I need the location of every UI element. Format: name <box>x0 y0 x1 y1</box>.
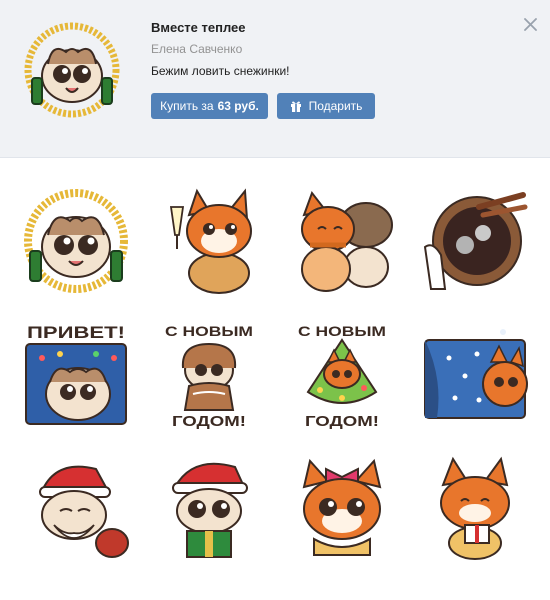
sticker-fox-pup-hug[interactable] <box>276 175 408 307</box>
gift-icon <box>290 101 301 112</box>
sticker-art <box>302 458 382 556</box>
pack-cover-sticker <box>22 20 122 120</box>
sticker-art <box>423 192 528 290</box>
sticker-mulled-wine-bowl[interactable] <box>409 175 541 307</box>
gift-button[interactable]: Подарить <box>277 93 375 119</box>
sticker-caption-top: С НОВЫМ <box>298 323 386 339</box>
sticker-art: С НОВЫМ ГОДОМ! <box>298 323 386 430</box>
sticker-fox-window-snow[interactable] <box>409 308 541 440</box>
gift-button-label: Подарить <box>308 99 363 113</box>
sticker-art <box>440 456 510 560</box>
sticker-fox-champagne-glass[interactable] <box>143 175 275 307</box>
sticker-cat-champagne-tinsel[interactable] <box>10 175 142 307</box>
sticker-cat-santa-bag[interactable] <box>10 441 142 573</box>
close-icon <box>523 17 537 31</box>
sticker-caption-bottom: ГОДОМ! <box>305 413 379 430</box>
sticker-art <box>39 465 129 558</box>
sticker-caption-bottom: ГОДОМ! <box>172 413 246 430</box>
pack-author[interactable]: Елена Савченко <box>151 42 242 56</box>
sticker-caption-top: С НОВЫМ <box>165 323 253 339</box>
sticker-art: С НОВЫМ ГОДОМ! <box>165 323 253 430</box>
sticker-art <box>169 188 252 294</box>
sticker-art <box>424 329 528 419</box>
sticker-fox-christmas-tree[interactable]: С НОВЫМ ГОДОМ! <box>276 308 408 440</box>
sticker-cat-privet[interactable]: ПРИВЕТ! <box>10 308 142 440</box>
sticker-cat-gingerbread[interactable]: С НОВЫМ ГОДОМ! <box>143 308 275 440</box>
sticker-grid: ПРИВЕТ! С НОВЫМ ГОДОМ! С НОВЫМ ГОДОМ! <box>10 175 540 573</box>
sticker-fox-present[interactable] <box>409 441 541 573</box>
close-button[interactable] <box>518 12 542 36</box>
pack-title: Вместе теплее <box>151 20 246 35</box>
sticker-cat-santa-gift[interactable] <box>143 441 275 573</box>
sticker-art: ПРИВЕТ! <box>25 323 127 425</box>
sticker-caption: ПРИВЕТ! <box>27 323 125 342</box>
sticker-fox-bow[interactable] <box>276 441 408 573</box>
sticker-pack-window: Вместе теплее Елена Савченко Бежим ловит… <box>0 0 550 600</box>
sticker-art <box>301 190 393 292</box>
pack-header: Вместе теплее Елена Савченко Бежим ловит… <box>0 0 550 158</box>
buy-button-label: Купить за <box>160 99 214 113</box>
pack-description: Бежим ловить снежинки! <box>151 64 290 78</box>
sticker-art <box>24 189 128 293</box>
buy-button[interactable]: Купить за 63 руб. <box>151 93 268 119</box>
sticker-art <box>172 462 248 558</box>
buy-button-price: 63 руб. <box>217 99 259 113</box>
